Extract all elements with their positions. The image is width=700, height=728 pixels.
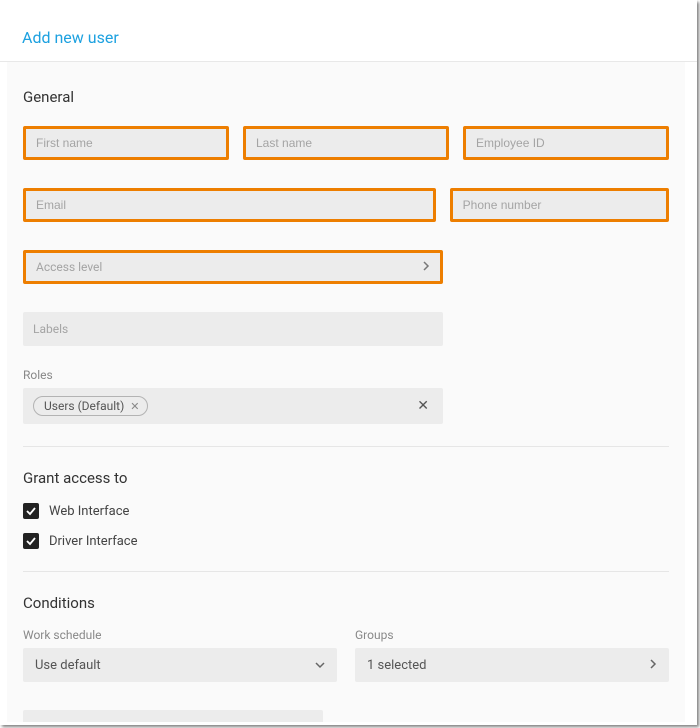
checkbox-checked-icon[interactable] [23, 503, 39, 519]
section-title-conditions: Conditions [23, 594, 669, 612]
page-header: Add new user [0, 0, 697, 62]
phone-input[interactable] [463, 198, 656, 212]
chevron-down-icon [315, 658, 325, 673]
web-interface-label: Web Interface [49, 504, 129, 519]
chevron-right-icon [650, 658, 657, 673]
rfid-placeholder: RFID keys [33, 720, 85, 722]
clear-roles-icon[interactable]: ✕ [417, 398, 429, 414]
rfid-field[interactable]: RFID keys [23, 710, 323, 722]
role-chip[interactable]: Users (Default) ✕ [33, 396, 148, 416]
first-name-field[interactable] [23, 126, 229, 160]
employee-id-field[interactable] [463, 126, 669, 160]
access-level-field[interactable]: Access level [23, 250, 443, 284]
section-title-grant: Grant access to [23, 469, 669, 487]
role-chip-label: Users (Default) [44, 399, 124, 413]
email-input[interactable] [36, 198, 423, 212]
section-title-general: General [23, 88, 669, 106]
web-interface-checkbox-row[interactable]: Web Interface [23, 503, 669, 519]
checkbox-checked-icon[interactable] [23, 533, 39, 549]
close-icon[interactable]: ✕ [130, 400, 139, 413]
roles-field[interactable]: Users (Default) ✕ ✕ [23, 388, 443, 424]
groups-label: Groups [355, 628, 669, 642]
labels-placeholder: Labels [33, 322, 68, 336]
employee-id-input[interactable] [476, 136, 656, 150]
work-schedule-label: Work schedule [23, 628, 337, 642]
chevron-right-icon [423, 260, 430, 274]
form-content: General Access level Labels Roles [7, 62, 685, 722]
last-name-input[interactable] [256, 136, 436, 150]
work-schedule-select[interactable]: Use default [23, 648, 337, 682]
groups-select[interactable]: 1 selected [355, 648, 669, 682]
groups-value: 1 selected [367, 658, 426, 673]
email-field[interactable] [23, 188, 436, 222]
phone-field[interactable] [450, 188, 669, 222]
labels-field[interactable]: Labels [23, 312, 443, 346]
first-name-input[interactable] [36, 136, 216, 150]
driver-interface-label: Driver Interface [49, 534, 138, 549]
divider [23, 571, 669, 572]
last-name-field[interactable] [243, 126, 449, 160]
page-title: Add new user [22, 28, 675, 47]
divider [23, 446, 669, 447]
roles-label: Roles [23, 368, 669, 382]
work-schedule-value: Use default [35, 658, 101, 673]
driver-interface-checkbox-row[interactable]: Driver Interface [23, 533, 669, 549]
access-level-placeholder: Access level [36, 260, 102, 274]
